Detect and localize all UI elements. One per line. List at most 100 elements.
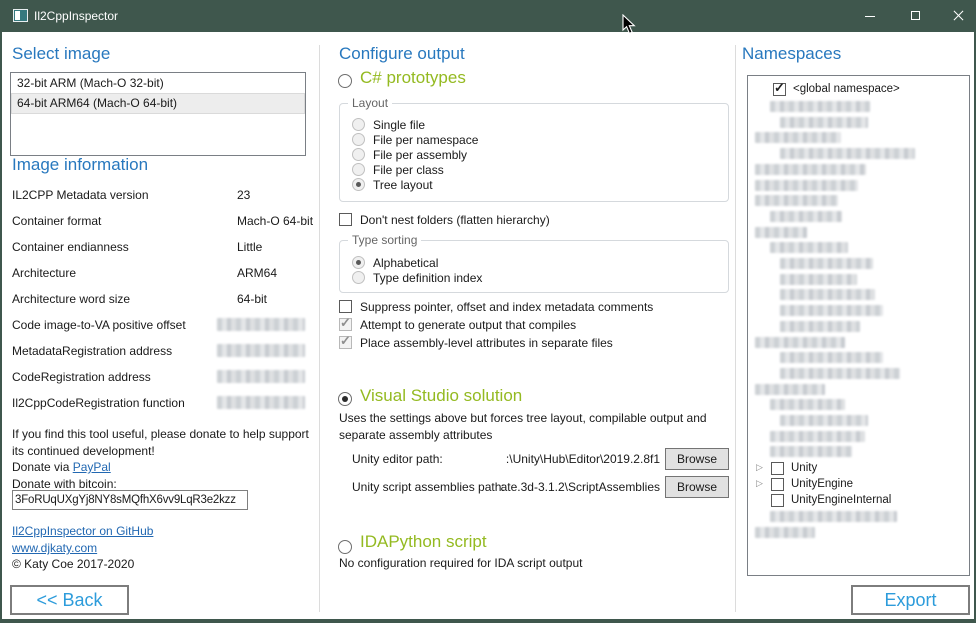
layout-option-label: File per class <box>373 163 444 177</box>
type-sorting-radio[interactable] <box>352 256 365 269</box>
back-button[interactable]: << Back <box>10 585 129 615</box>
check-icon: ✓ <box>340 315 351 331</box>
redacted-namespace <box>780 274 857 285</box>
flatten-checkbox-label: Don't nest folders (flatten hierarchy) <box>360 213 550 227</box>
namespace-checkbox[interactable] <box>771 478 784 491</box>
namespace-label: Unity <box>791 462 817 474</box>
type-sorting-title: Type sorting <box>348 233 421 247</box>
namespace-checkbox[interactable]: ✓ <box>773 83 786 96</box>
unity-script-path-value[interactable]: ate.3d-3.1.2\ScriptAssemblies <box>452 480 660 494</box>
namespace-checkbox[interactable] <box>771 462 784 475</box>
redacted-namespace <box>770 446 852 457</box>
layout-option-label: Tree layout <box>373 178 433 192</box>
redacted-value <box>217 318 305 331</box>
redacted-value <box>217 370 305 383</box>
option-checkbox[interactable] <box>339 300 352 313</box>
minimize-button[interactable] <box>847 0 893 32</box>
visual-studio-radio[interactable] <box>338 392 352 406</box>
namespace-label: UnityEngine <box>791 478 853 490</box>
paypal-link[interactable]: PayPal <box>73 460 111 474</box>
info-value: 23 <box>237 188 250 202</box>
type-sorting-groupbox: Type sorting AlphabeticalType definition… <box>339 240 729 293</box>
close-button[interactable] <box>935 0 974 32</box>
layout-option-label: Single file <box>373 118 425 132</box>
redacted-value <box>217 396 305 409</box>
namespace-checkbox[interactable] <box>771 494 784 507</box>
csharp-prototypes-radio[interactable] <box>338 74 352 88</box>
configure-output-title: Configure output <box>339 44 465 64</box>
redacted-namespace <box>770 242 848 253</box>
info-label: Code image-to-VA positive offset <box>12 318 186 332</box>
app-window: Il2CppInspector Select image 32-bit ARM … <box>0 0 976 623</box>
info-label: Container endianness <box>12 240 129 254</box>
namespace-label: UnityEngineInternal <box>791 494 891 506</box>
namespaces-tree[interactable]: ✓ <global namespace> ▷ Unity ▷ UnityEngine Uni… <box>747 75 970 576</box>
bitcoin-address-input[interactable] <box>12 490 248 510</box>
check-icon: ✓ <box>774 80 785 96</box>
image-list-item[interactable]: 64-bit ARM64 (Mach-O 64-bit) <box>12 94 304 113</box>
select-image-title: Select image <box>12 44 110 64</box>
type-sorting-label: Alphabetical <box>373 256 438 270</box>
layout-option-radio[interactable] <box>352 148 365 161</box>
website-link[interactable]: www.djkaty.com <box>12 541 97 555</box>
unity-script-browse-button[interactable]: Browse <box>665 476 729 498</box>
info-value: Mach-O 64-bit <box>237 214 313 228</box>
namespaces-title: Namespaces <box>742 44 841 64</box>
option-checkbox-label: Place assembly-level attributes in separ… <box>360 336 613 350</box>
redacted-namespace <box>755 164 866 175</box>
window-title: Il2CppInspector <box>34 9 118 23</box>
layout-option-radio[interactable] <box>352 163 365 176</box>
redacted-namespace <box>770 511 897 522</box>
redacted-namespace <box>755 195 838 206</box>
redacted-namespace <box>780 117 868 128</box>
option-checkbox-label: Attempt to generate output that compiles <box>360 318 576 332</box>
type-sorting-label: Type definition index <box>373 271 482 285</box>
unity-editor-browse-button[interactable]: Browse <box>665 448 729 470</box>
info-value: Little <box>237 240 262 254</box>
unity-editor-path-value[interactable]: :\Unity\Hub\Editor\2019.2.8f1 <box>452 452 660 466</box>
info-label: Il2CppCodeRegistration function <box>12 396 185 410</box>
idapython-radio[interactable] <box>338 540 352 554</box>
redacted-namespace <box>770 431 865 442</box>
idapython-label: IDAPython script <box>360 532 487 552</box>
image-list-item[interactable]: 32-bit ARM (Mach-O 32-bit) <box>12 74 304 93</box>
layout-option-radio[interactable] <box>352 133 365 146</box>
option-checkbox[interactable]: ✓ <box>339 336 352 349</box>
redacted-namespace <box>755 337 845 348</box>
layout-groupbox: Layout Single fileFile per namespaceFile… <box>339 103 729 202</box>
expander-icon[interactable]: ▷ <box>756 462 763 473</box>
bitcoin-label: Donate with bitcoin: <box>12 477 117 491</box>
maximize-button[interactable] <box>893 0 939 32</box>
close-icon <box>953 11 963 21</box>
export-button[interactable]: Export <box>851 585 970 615</box>
redacted-namespace <box>780 368 900 379</box>
donate-paypal-line: Donate via PayPal <box>12 460 111 474</box>
flatten-checkbox[interactable] <box>339 213 352 226</box>
mouse-cursor <box>622 14 637 35</box>
redacted-namespace <box>780 415 868 426</box>
layout-option-radio[interactable] <box>352 178 365 191</box>
expander-icon[interactable]: ▷ <box>756 478 763 489</box>
info-label: Container format <box>12 214 101 228</box>
option-checkbox[interactable]: ✓ <box>339 318 352 331</box>
image-info-title: Image information <box>12 155 148 175</box>
redacted-namespace <box>780 148 915 159</box>
divider-right <box>735 45 736 612</box>
namespace-label: <global namespace> <box>793 83 900 95</box>
minimize-icon <box>865 16 875 17</box>
csharp-prototypes-label: C# prototypes <box>360 68 466 88</box>
github-link[interactable]: Il2CppInspector on GitHub <box>12 524 153 538</box>
info-label: MetadataRegistration address <box>12 344 172 358</box>
redacted-namespace <box>755 384 825 395</box>
redacted-namespace <box>770 211 842 222</box>
info-value: ARM64 <box>237 266 277 280</box>
donate-text: If you find this tool useful, please don… <box>12 426 314 460</box>
donate-paypal-prefix: Donate via <box>12 460 73 474</box>
app-icon <box>13 9 28 22</box>
image-listbox[interactable]: 32-bit ARM (Mach-O 32-bit)64-bit ARM64 (… <box>10 72 306 156</box>
layout-option-radio[interactable] <box>352 118 365 131</box>
layout-group-title: Layout <box>348 96 392 110</box>
info-label: Architecture <box>12 266 76 280</box>
visual-studio-label: Visual Studio solution <box>360 386 522 406</box>
type-sorting-radio[interactable] <box>352 271 365 284</box>
